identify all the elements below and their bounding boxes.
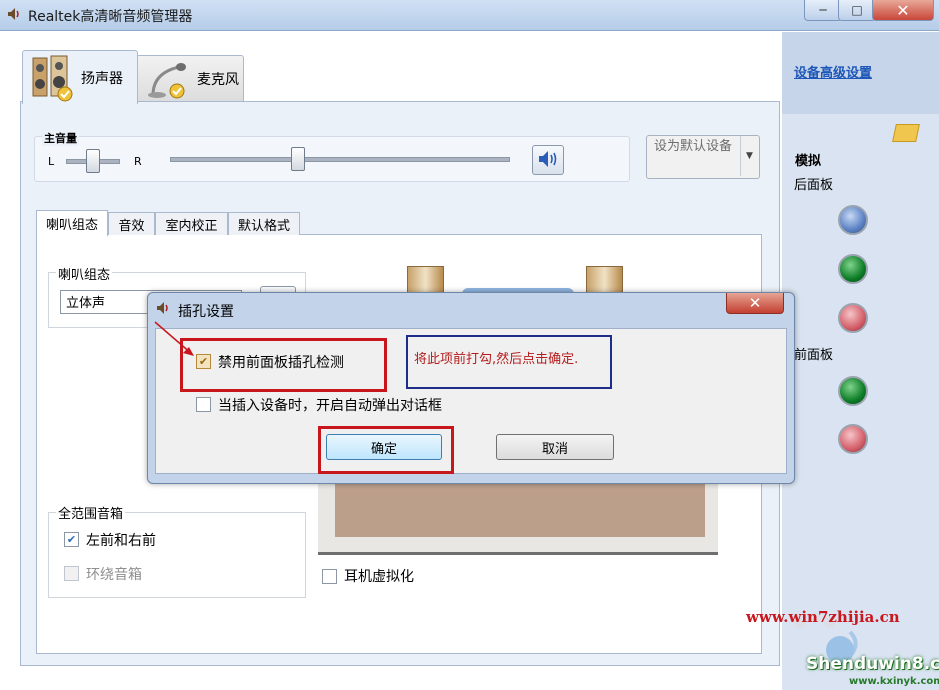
tab-microphone[interactable]: 麦克风 xyxy=(136,55,244,102)
dialog-close-button[interactable]: ✕ xyxy=(726,293,784,314)
tab-speaker-config[interactable]: 喇叭组态 xyxy=(36,210,108,236)
watermark-site2: Shenduwin8.com xyxy=(806,654,939,674)
speaker-icon xyxy=(8,8,19,20)
speaker-config-legend: 喇叭组态 xyxy=(56,264,113,283)
front-jack-green[interactable] xyxy=(838,376,868,406)
rear-jack-blue[interactable] xyxy=(838,205,868,235)
tab-microphone-label: 麦克风 xyxy=(197,72,239,88)
cancel-button[interactable]: 取消 xyxy=(496,434,614,460)
volume-slider-thumb[interactable] xyxy=(291,147,305,171)
maximize-button[interactable]: □ xyxy=(838,0,876,21)
surround-checkbox[interactable] xyxy=(64,566,79,581)
speaker-config-value: 立体声 xyxy=(66,296,106,311)
tab-speaker[interactable]: 扬声器 xyxy=(22,50,138,104)
watermark-site1: www.win7zhijia.cn xyxy=(746,608,900,626)
close-button[interactable]: ✕ xyxy=(872,0,934,21)
full-range-legend: 全范围音箱 xyxy=(56,503,126,522)
loudspeaker-icon xyxy=(32,55,73,101)
front-lr-label: 左前和右前 xyxy=(86,533,156,549)
analog-label: 模拟 xyxy=(795,154,822,169)
chevron-down-icon[interactable]: ▼ xyxy=(740,136,758,176)
full-range-group xyxy=(48,512,306,598)
room-baseline xyxy=(318,552,718,555)
room-floor xyxy=(335,483,705,537)
annotation-note: 将此项前打勾,然后点击确定. xyxy=(414,352,579,367)
rear-jack-green[interactable] xyxy=(838,254,868,284)
annotation-highlight-checkbox xyxy=(180,338,387,392)
auto-popup-label: 当插入设备时，开启自动弹出对话框 xyxy=(218,398,442,414)
headphone-virtualization-label: 耳机虚拟化 xyxy=(344,569,414,585)
speaker-volume-icon xyxy=(539,151,557,167)
microphone-icon xyxy=(148,63,186,99)
tab-speaker-label: 扬声器 xyxy=(81,70,123,87)
mute-button[interactable] xyxy=(532,145,564,175)
tab-room-correction[interactable]: 室内校正 xyxy=(155,212,228,235)
annotation-arrow-icon xyxy=(154,321,194,356)
tab-sound-effects[interactable]: 音效 xyxy=(108,212,155,235)
window-title: Realtek高清晰音频管理器 xyxy=(28,9,193,25)
rear-panel-label: 后面板 xyxy=(794,178,834,193)
set-default-device-label: 设为默认设备 xyxy=(654,139,733,154)
folder-icon[interactable] xyxy=(892,124,920,142)
minimize-button[interactable]: ─ xyxy=(804,0,842,21)
balance-right-label: R xyxy=(134,155,142,168)
front-panel-label: 前面板 xyxy=(794,348,834,363)
front-jack-pink[interactable] xyxy=(838,424,868,454)
auto-popup-checkbox[interactable] xyxy=(196,397,211,412)
surround-label: 环绕音箱 xyxy=(86,567,142,583)
volume-track xyxy=(170,157,510,162)
rear-jack-pink[interactable] xyxy=(838,303,868,333)
device-advanced-settings-link[interactable]: 设备高级设置 xyxy=(794,62,872,81)
master-volume-label: 主音量 xyxy=(42,130,79,146)
speaker-icon xyxy=(157,302,168,314)
tab-default-format[interactable]: 默认格式 xyxy=(228,212,300,235)
balance-slider-thumb[interactable] xyxy=(86,149,100,173)
annotation-highlight-ok xyxy=(318,426,454,474)
front-lr-checkbox[interactable]: ✔ xyxy=(64,532,79,547)
balance-left-label: L xyxy=(48,155,55,168)
watermark-site3: www.kxinyk.com xyxy=(849,676,939,687)
headphone-virtualization-checkbox[interactable] xyxy=(322,569,337,584)
